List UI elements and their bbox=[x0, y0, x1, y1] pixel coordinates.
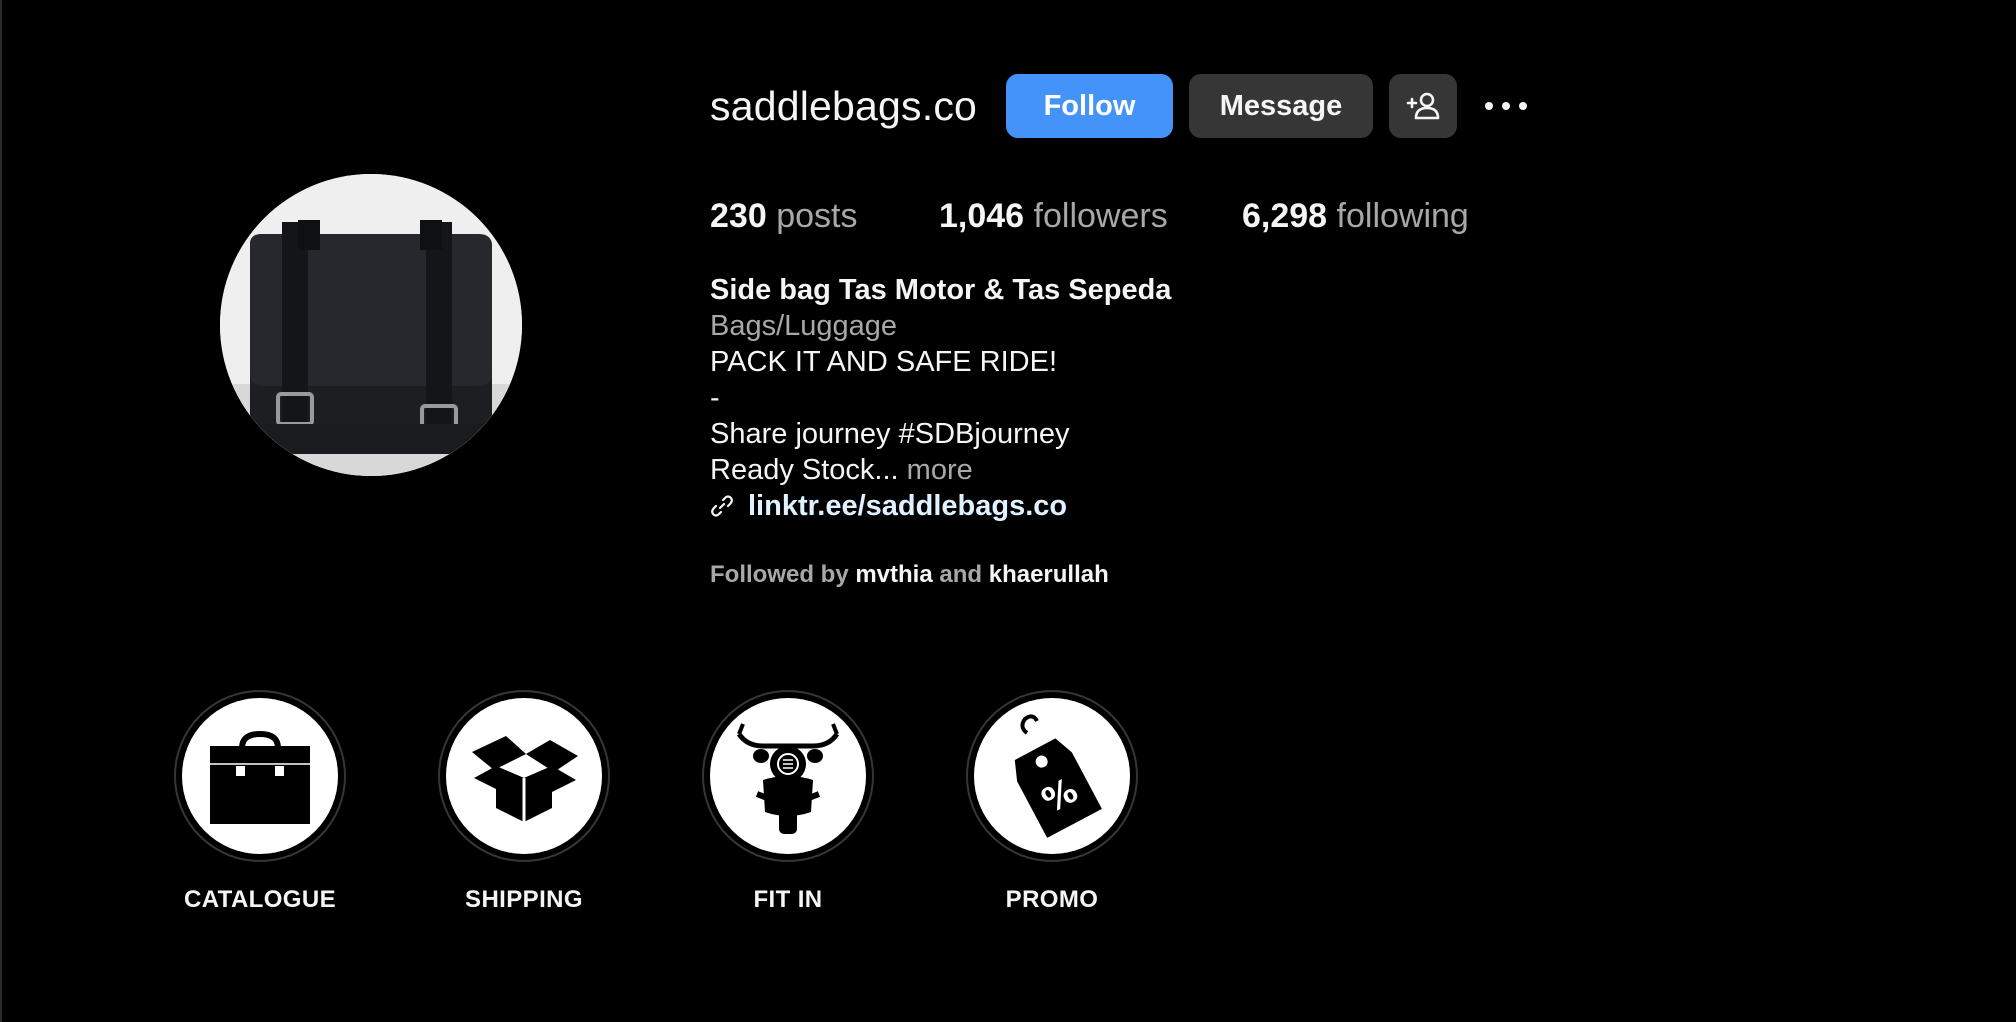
followers-count-label: followers bbox=[1033, 197, 1168, 235]
more-options-button[interactable] bbox=[1476, 74, 1536, 138]
bio-truncated-line: Ready Stock... more bbox=[710, 452, 1171, 488]
profile-username: saddlebags.co bbox=[710, 83, 978, 129]
bio-line: - bbox=[710, 382, 720, 414]
more-horizontal-icon bbox=[1485, 102, 1527, 110]
bio-truncated-text: Ready Stock... bbox=[710, 454, 899, 486]
profile-full-name: Side bag Tas Motor & Tas Sepeda bbox=[710, 274, 1172, 306]
followed-by[interactable]: Followed by mvthia and khaerullah bbox=[710, 560, 1109, 590]
profile-category: Bags/Luggage bbox=[710, 310, 898, 342]
follow-button[interactable]: Follow bbox=[1006, 74, 1173, 138]
following-count-value: 6,298 bbox=[1242, 197, 1328, 235]
highlight-shipping[interactable]: SHIPPING bbox=[436, 690, 612, 914]
bio-line: Share journey #SDBjourney bbox=[710, 418, 1070, 450]
highlight-label: PROMO bbox=[1005, 886, 1099, 913]
highlight-promo[interactable]: % PROMO bbox=[964, 690, 1140, 914]
followed-by-joiner: and bbox=[939, 561, 983, 588]
highlight-cover bbox=[446, 698, 602, 854]
followers-count-value: 1,046 bbox=[939, 197, 1025, 235]
following-count[interactable]: 6,298 following bbox=[1242, 194, 1469, 238]
bio-link-text[interactable]: linktr.ee/saddlebags.co bbox=[748, 488, 1067, 524]
bio-link-row[interactable]: linktr.ee/saddlebags.co bbox=[710, 488, 1171, 524]
person-add-icon bbox=[1406, 92, 1440, 120]
motorcycle-icon bbox=[736, 723, 840, 834]
highlight-ring bbox=[438, 690, 610, 862]
highlight-ring bbox=[702, 690, 874, 862]
posts-count: 230 posts bbox=[710, 194, 857, 238]
posts-count-label: posts bbox=[776, 197, 858, 235]
highlight-cover bbox=[710, 698, 866, 854]
followed-by-prefix: Followed by bbox=[710, 561, 849, 588]
profile-bio: Side bag Tas Motor & Tas Sepeda Bags/Lug… bbox=[710, 272, 1171, 524]
posts-count-value: 230 bbox=[710, 197, 767, 235]
following-count-label: following bbox=[1336, 197, 1469, 235]
briefcase-icon bbox=[210, 730, 310, 824]
link-icon bbox=[711, 495, 733, 517]
suggest-users-button[interactable] bbox=[1389, 74, 1457, 138]
highlight-fit-in[interactable]: FIT IN bbox=[700, 690, 876, 914]
highlight-cover: % bbox=[974, 698, 1130, 854]
discount-tag-icon: % bbox=[1014, 714, 1102, 838]
highlight-cover bbox=[182, 698, 338, 854]
open-box-icon bbox=[472, 736, 578, 822]
highlight-ring bbox=[174, 690, 346, 862]
window-left-border bbox=[0, 0, 2, 1022]
profile-avatar[interactable] bbox=[220, 174, 522, 476]
followers-count[interactable]: 1,046 followers bbox=[939, 194, 1168, 238]
highlight-label: SHIPPING bbox=[465, 886, 583, 913]
bio-line: PACK IT AND SAFE RIDE! bbox=[710, 346, 1058, 378]
message-button[interactable]: Message bbox=[1189, 74, 1373, 138]
followed-by-user[interactable]: khaerullah bbox=[989, 561, 1109, 588]
avatar-bag-image bbox=[220, 174, 522, 476]
bio-more-link[interactable]: more bbox=[907, 454, 973, 486]
highlight-ring: % bbox=[966, 690, 1138, 862]
followed-by-user[interactable]: mvthia bbox=[855, 561, 932, 588]
highlight-catalogue[interactable]: CATALOGUE bbox=[172, 690, 348, 914]
highlight-label: CATALOGUE bbox=[183, 886, 337, 913]
highlight-label: FIT IN bbox=[753, 886, 823, 913]
